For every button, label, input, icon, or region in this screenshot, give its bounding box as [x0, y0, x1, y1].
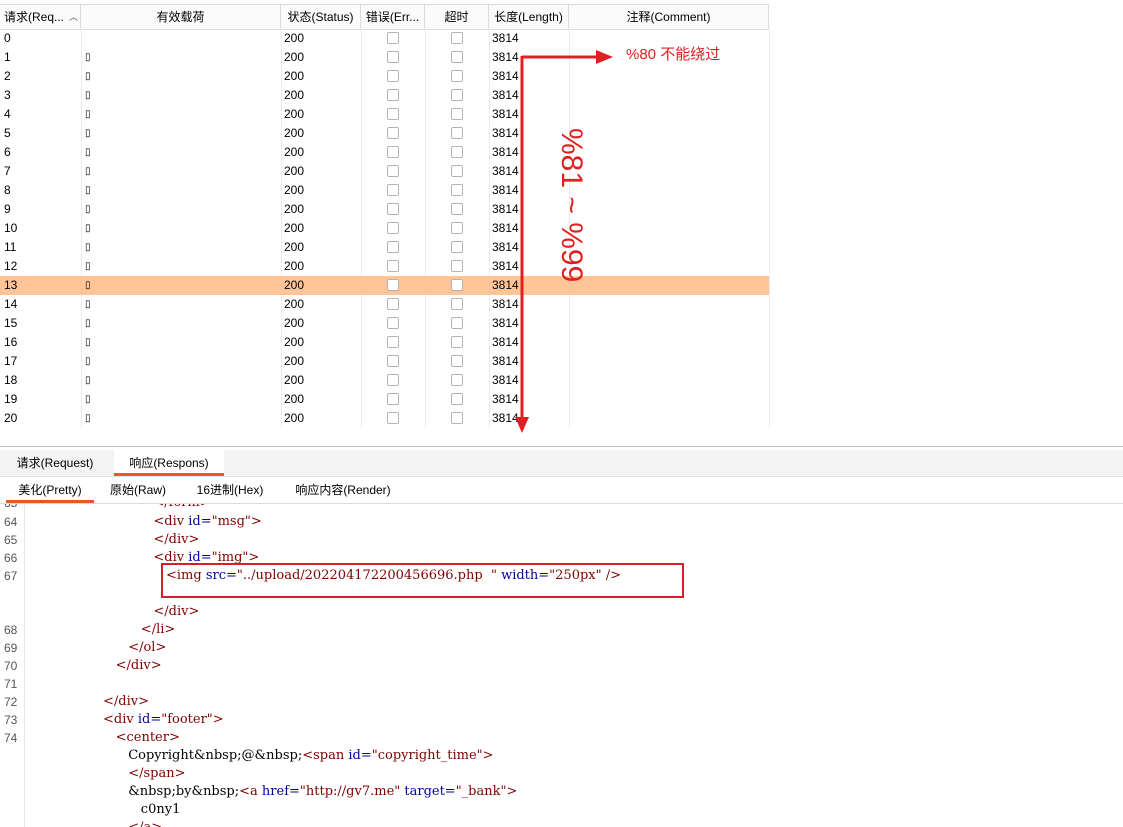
vertical-arrow-head	[515, 417, 529, 433]
highlight-box	[161, 563, 684, 598]
line-number: 65	[0, 504, 24, 512]
code-line: <div id="msg">	[153, 514, 262, 529]
tab-hex[interactable]: 16进制(Hex)	[188, 477, 272, 503]
code-line: </form>	[153, 504, 210, 512]
code-line: <div id="footer">	[103, 712, 224, 727]
line-number: 64	[4, 515, 18, 529]
line-number: 71	[4, 677, 18, 691]
code-line: </a>	[128, 819, 162, 827]
line-number: 72	[4, 695, 18, 709]
code-line: <center>	[115, 730, 180, 745]
code-line: &nbsp;by&nbsp;<a href="http://gv7.me" ta…	[128, 784, 518, 799]
tab-request[interactable]: 请求(Request)	[6, 450, 104, 476]
code-line: </ol>	[128, 640, 167, 655]
code-line: </div>	[153, 532, 200, 547]
line-number: 70	[4, 659, 18, 673]
line-number: 68	[4, 623, 18, 637]
line-number: 69	[4, 641, 18, 655]
tab-pretty[interactable]: 美化(Pretty)	[6, 477, 94, 503]
line-number: 65	[4, 533, 18, 547]
response-view-tabs: 美化(Pretty) 原始(Raw) 16进制(Hex) 响应内容(Render…	[0, 477, 1123, 504]
code-line: Copyright&nbsp;@&nbsp;<span id="copyrigh…	[128, 748, 494, 763]
tab-response[interactable]: 响应(Respons)	[114, 450, 224, 476]
line-number: 66	[4, 551, 18, 565]
code-line: </div>	[153, 604, 200, 619]
annotation-horizontal: %80 不能绕过	[626, 46, 721, 63]
annotation-vertical: %81 ~ %99	[555, 128, 588, 283]
request-response-tabs: 请求(Request) 响应(Respons)	[0, 450, 1123, 477]
code-line: </div>	[103, 694, 149, 709]
code-line: </div>	[115, 658, 162, 673]
line-number: 73	[4, 713, 18, 727]
response-code-view[interactable]: 65 </form> 64 <div id="msg"> 65 </div> 66 <div …	[0, 504, 1123, 827]
tab-raw[interactable]: 原始(Raw)	[102, 477, 174, 503]
line-number: 67	[4, 569, 18, 583]
code-line: </li>	[140, 622, 176, 637]
tab-render[interactable]: 响应内容(Render)	[284, 477, 402, 503]
code-line: </span>	[128, 766, 186, 781]
code-line: c0ny1	[140, 802, 181, 817]
line-number: 74	[4, 731, 18, 745]
horizontal-arrow-head	[596, 50, 613, 64]
